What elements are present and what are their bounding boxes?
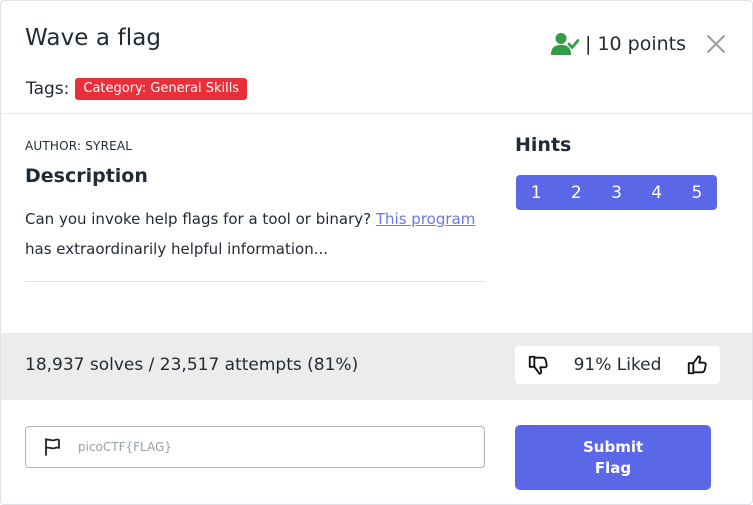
flag-input[interactable] [78,440,458,454]
close-icon[interactable] [705,33,727,55]
program-link[interactable]: This program [376,210,475,228]
description-text: Can you invoke help flags for a tool or … [25,204,485,264]
points-display: | 10 points [551,31,686,57]
modal-header: Wave a flag | 10 points Tags: Category: … [1,1,752,114]
tags-label: Tags: [26,79,70,99]
thumbs-up-icon[interactable] [686,354,708,376]
description-pre: Can you invoke help flags for a tool or … [25,210,376,228]
description-post: has extraordinarily helpful information.… [25,240,329,258]
points-value: | 10 points [585,33,687,55]
hints-heading: Hints [515,134,572,156]
hints-button-group: 1 2 3 4 5 [516,175,717,210]
hint-button-1[interactable]: 1 [516,175,556,210]
author: AUTHOR: SYREAL [25,139,133,153]
challenge-title: Wave a flag [25,25,162,51]
thumbs-down-icon[interactable] [527,354,549,376]
hint-button-2[interactable]: 2 [556,175,596,210]
hint-button-3[interactable]: 3 [596,175,636,210]
flag-icon [42,437,62,457]
liked-percentage: 91% Liked [573,355,662,375]
user-check-icon [551,32,580,56]
description-divider [25,281,485,282]
tags-row: Tags: Category: General Skills [26,78,248,100]
hint-button-4[interactable]: 4 [637,175,677,210]
likes-box: 91% Liked [515,346,720,384]
submit-flag-button[interactable]: Submit Flag [515,425,711,490]
flag-input-container [25,426,485,468]
challenge-modal: Wave a flag | 10 points Tags: Category: … [0,0,753,505]
solves-stats: 18,937 solves / 23,517 attempts (81%) [25,355,359,375]
description-heading: Description [25,165,148,187]
submit-flag-label: Submit Flag [583,437,644,477]
hint-button-5[interactable]: 5 [677,175,717,210]
category-tag[interactable]: Category: General Skills [75,78,248,100]
